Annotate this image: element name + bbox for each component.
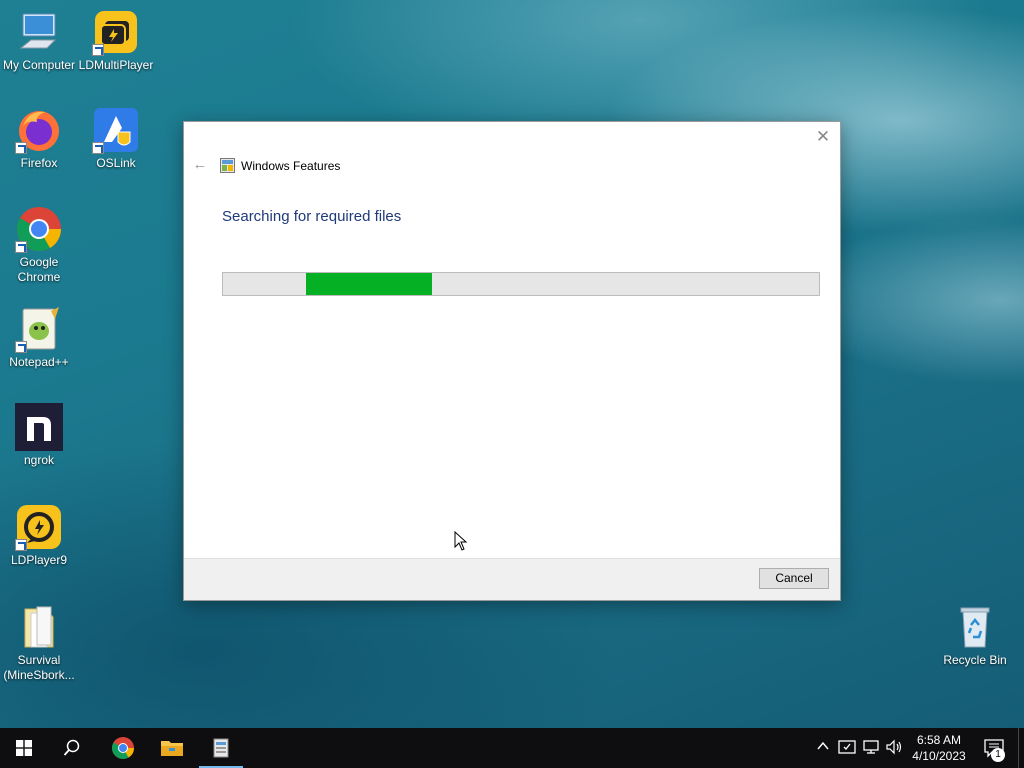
recycle-bin-icon [951, 603, 999, 651]
ngrok-icon [15, 403, 63, 451]
cancel-button[interactable]: Cancel [759, 568, 829, 589]
close-icon[interactable]: ✕ [812, 126, 834, 148]
desktop-icon-my-computer[interactable]: My Computer [1, 8, 77, 73]
desktop-icon-label: OSLink [96, 156, 136, 170]
clock-time: 6:58 AM [916, 733, 962, 747]
desktop-icon-oslink[interactable]: OSLink [78, 106, 154, 171]
progress-bar-fill [305, 273, 433, 295]
start-button[interactable] [0, 728, 48, 768]
file-explorer-icon [161, 741, 183, 756]
desktop-icon-label: Survival (MineSbork... [3, 653, 75, 682]
desktop-icon-recycle-bin[interactable]: Recycle Bin [937, 603, 1013, 668]
clock-date: 4/10/2023 [912, 749, 966, 763]
desktop-icon-label: Notepad++ [9, 355, 69, 369]
desktop-icon-notepadpp[interactable]: Notepad++ [1, 305, 77, 370]
desktop-icon-label: Google Chrome [17, 255, 61, 284]
shortcut-arrow-icon [15, 142, 27, 154]
taskbar-file-explorer[interactable] [148, 728, 196, 768]
taskbar-windows-features[interactable] [197, 728, 245, 768]
mouse-cursor-icon [454, 531, 468, 551]
search-icon [63, 739, 80, 756]
notification-count-badge: 1 [991, 748, 1005, 762]
shortcut-arrow-icon [15, 539, 27, 551]
computer-icon [15, 8, 63, 56]
notepadpp-icon [15, 305, 63, 353]
chrome-icon [15, 205, 63, 253]
desktop-icon-label: ngrok [23, 453, 55, 467]
folder-icon [15, 603, 63, 651]
desktop-icon-ldplayer9[interactable]: LDPlayer9 [1, 503, 77, 568]
desktop-icon-label: LDPlayer9 [10, 553, 68, 567]
windows-features-icon [220, 158, 235, 173]
firefox-icon [15, 106, 63, 154]
ldmultiplayer-icon [92, 8, 140, 56]
status-heading: Searching for required files [222, 208, 402, 225]
network-icon[interactable] [862, 739, 880, 757]
security-icon[interactable] [838, 739, 856, 757]
desktop-icon-label: LDMultiPlayer [78, 58, 154, 72]
shortcut-arrow-icon [92, 44, 104, 56]
dialog-footer: Cancel [184, 558, 840, 600]
progress-bar [222, 272, 820, 296]
shortcut-arrow-icon [15, 241, 27, 253]
chevron-up-icon[interactable] [814, 739, 832, 757]
shortcut-arrow-icon [15, 341, 27, 353]
taskbar-chrome[interactable] [99, 728, 147, 768]
volume-icon[interactable] [885, 739, 903, 757]
desktop-icon-google-chrome[interactable]: Google Chrome [1, 205, 77, 285]
windows-features-icon [213, 738, 229, 758]
desktop-icon-ngrok[interactable]: ngrok [1, 403, 77, 468]
desktop-icon-label: Recycle Bin [943, 653, 1007, 667]
ldplayer-icon [15, 503, 63, 551]
dialog-title: Windows Features [241, 159, 341, 173]
show-desktop-button[interactable] [1018, 728, 1024, 768]
desktop-icon-firefox[interactable]: Firefox [1, 106, 77, 171]
chrome-icon [112, 737, 134, 759]
taskbar-clock[interactable]: 6:58 AM 4/10/2023 [906, 732, 972, 764]
shortcut-arrow-icon [92, 142, 104, 154]
taskbar: 6:58 AM 4/10/2023 1 [0, 728, 1024, 768]
desktop-icon-label: My Computer [2, 58, 76, 72]
desktop-icon-survival-folder[interactable]: Survival (MineSbork... [1, 603, 77, 683]
taskbar-search-button[interactable] [48, 728, 96, 768]
oslink-icon [92, 106, 140, 154]
desktop-icon-ldmultiplayer[interactable]: LDMultiPlayer [78, 8, 154, 73]
back-arrow-icon[interactable]: ← [191, 156, 209, 174]
desktop-icon-label: Firefox [20, 156, 58, 170]
start-icon [16, 740, 32, 756]
windows-features-dialog: ✕ ← Windows Features Searching for requi… [183, 121, 841, 601]
